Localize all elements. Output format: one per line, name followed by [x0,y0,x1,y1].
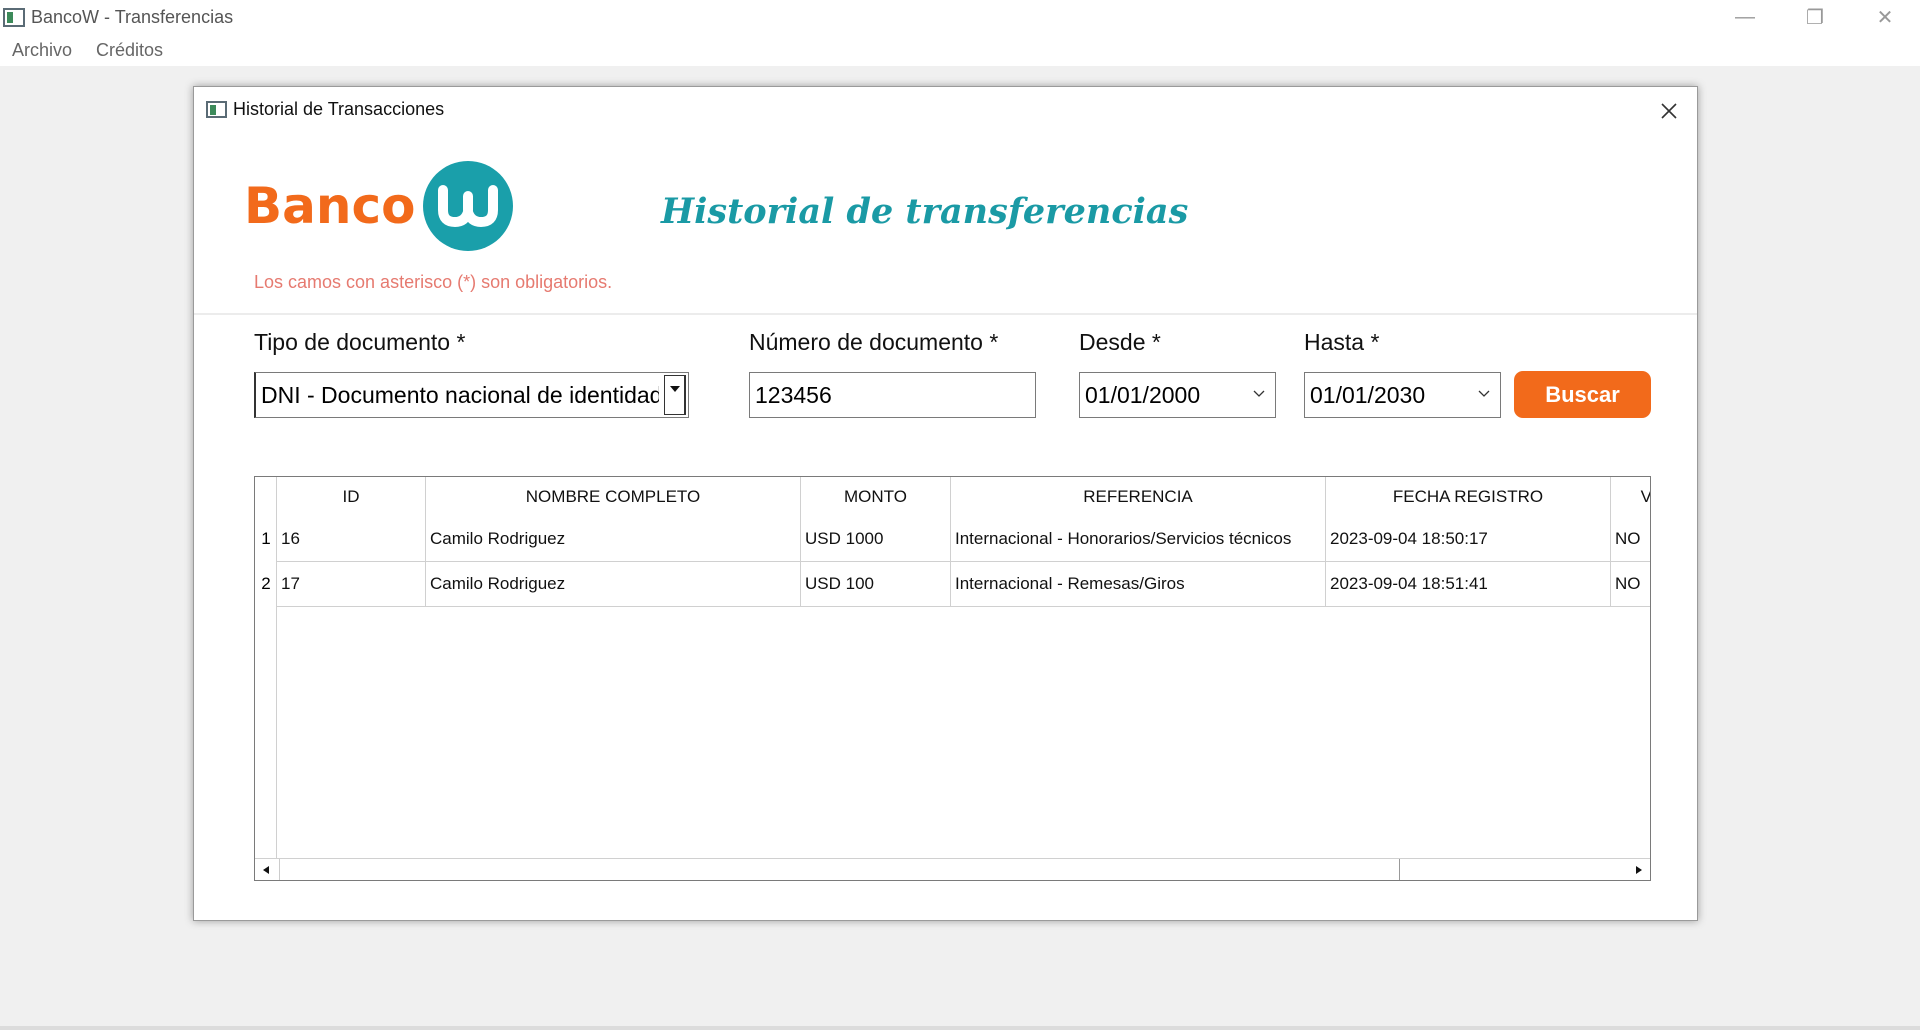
tipo-documento-label: Tipo de documento * [254,329,466,355]
window-title: BancoW - Transferencias [31,7,234,27]
numero-documento-input[interactable]: 123456 [749,372,1036,418]
restore-icon: ❐ [1806,7,1824,29]
tipo-documento-value: DNI - Documento nacional de identidad [261,381,659,408]
cell-monto[interactable]: USD 100 [801,562,951,606]
cell-fecha[interactable]: 2023-09-04 18:51:41 [1326,562,1611,606]
dialog-icon [206,101,227,118]
minimize-icon: — [1735,6,1755,28]
close-icon [1661,103,1677,119]
close-icon: ✕ [1876,7,1894,29]
hasta-date-picker[interactable]: 01/01/2030 [1304,372,1501,418]
cell-v[interactable]: NO [1611,517,1650,561]
table-header: ID NOMBRE COMPLETO MONTO REFERENCIA FECH… [277,477,1650,517]
numero-documento-label: Número de documento * [749,329,999,355]
scrollbar-thumb[interactable] [279,859,1400,880]
column-header-v[interactable]: V [1611,477,1650,517]
table-row[interactable]: 1 16 Camilo Rodriguez USD 1000 Internaci… [255,517,1650,561]
row-number: 2 [261,574,271,593]
cell-nombre[interactable]: Camilo Rodriguez [426,517,801,561]
scroll-right-icon[interactable] [1636,866,1642,874]
cell-v[interactable]: NO [1611,562,1650,606]
cell-referencia[interactable]: Internacional - Honorarios/Servicios téc… [951,517,1326,561]
dialog-close-button[interactable] [1653,95,1685,127]
menu-creditos[interactable]: Créditos [96,40,163,61]
cell-id[interactable]: 17 [277,562,426,606]
column-header-referencia[interactable]: REFERENCIA [951,477,1326,517]
restore-button[interactable]: ❐ [1780,0,1850,35]
menu-bar: Archivo Créditos [0,35,1920,66]
cell-monto[interactable]: USD 1000 [801,517,951,561]
header-divider [194,313,1697,315]
dialog-titlebar: Historial de Transacciones [206,99,444,120]
cell-id[interactable]: 16 [277,517,426,561]
desde-date-picker[interactable]: 01/01/2000 [1079,372,1276,418]
column-header-fecha[interactable]: FECHA REGISTRO [1326,477,1611,517]
desde-value: 01/01/2000 [1085,381,1201,408]
close-button[interactable]: ✕ [1850,0,1920,35]
column-header-nombre[interactable]: NOMBRE COMPLETO [426,477,801,517]
horizontal-scrollbar[interactable] [255,858,1650,880]
window-titlebar: BancoW - Transferencias — ❐ ✕ [0,0,1920,35]
chevron-down-icon [1253,390,1265,397]
hasta-value: 01/01/2030 [1310,381,1426,408]
column-header-monto[interactable]: MONTO [801,477,951,517]
column-header-id[interactable]: ID [277,477,426,517]
menu-archivo[interactable]: Archivo [12,40,72,61]
scroll-left-icon[interactable] [263,866,269,874]
dropdown-button[interactable] [664,375,686,415]
table-row[interactable]: 2 17 Camilo Rodriguez USD 100 Internacio… [255,562,1650,606]
caret-down-icon [669,386,680,392]
row-divider [277,606,1650,607]
numero-documento-value: 123456 [755,381,832,408]
cell-referencia[interactable]: Internacional - Remesas/Giros [951,562,1326,606]
window-controls: — ❐ ✕ [1710,0,1920,35]
tipo-documento-select[interactable]: DNI - Documento nacional de identidad [254,372,689,418]
cell-fecha[interactable]: 2023-09-04 18:50:17 [1326,517,1611,561]
desde-label: Desde * [1079,329,1161,355]
app-icon [3,8,25,27]
chevron-down-icon [1478,390,1490,397]
dialog-title: Historial de Transacciones [233,99,445,119]
row-number: 1 [261,529,271,548]
page-heading: Historial de transferencias [661,191,1189,232]
minimize-button[interactable]: — [1710,0,1780,35]
logo-w-icon [423,161,514,251]
hasta-label: Hasta * [1304,329,1380,355]
cell-nombre[interactable]: Camilo Rodriguez [426,562,801,606]
buscar-button[interactable]: Buscar [1514,371,1651,418]
taskbar-edge [0,1026,1920,1030]
logo-text: Banco [244,177,416,235]
required-fields-note: Los camos con asterisco (*) son obligato… [254,272,613,292]
bancow-logo: Banco [244,161,514,251]
transactions-table[interactable]: ID NOMBRE COMPLETO MONTO REFERENCIA FECH… [254,476,1651,881]
historial-dialog: Historial de Transacciones Banco Histori… [193,86,1698,921]
